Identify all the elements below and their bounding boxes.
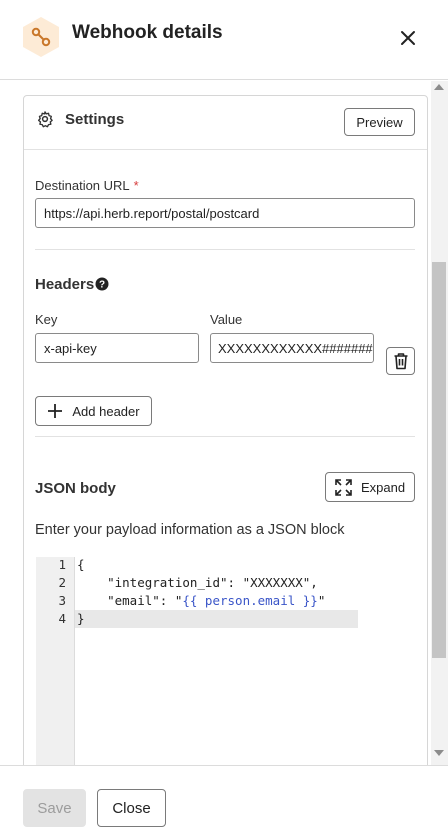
scroll-down-arrow-icon[interactable]: [434, 750, 444, 756]
help-icon[interactable]: ?: [95, 277, 109, 291]
settings-card: Settings Preview Destination URL * https:…: [23, 95, 428, 765]
json-code-editor[interactable]: 1 2 3 4 { "integration_id": "XXXXXXX", "…: [36, 557, 360, 765]
required-mark: *: [133, 178, 139, 193]
headers-title: Headers: [35, 276, 95, 293]
code-text: ": [317, 593, 326, 608]
code-text: "email": ": [77, 593, 183, 608]
divider: [35, 436, 415, 437]
header-value-input[interactable]: XXXXXXXXXXXX#######: [210, 333, 374, 363]
delete-header-button[interactable]: [386, 347, 415, 375]
preview-button[interactable]: Preview: [344, 108, 415, 136]
code-line: }: [77, 611, 85, 626]
trash-icon: [394, 353, 407, 370]
close-icon[interactable]: [396, 26, 420, 50]
code-line: "integration_id": "XXXXXXX",: [77, 575, 318, 590]
json-body-description: Enter your payload information as a JSON…: [35, 522, 345, 538]
code-line: {: [77, 557, 85, 572]
webhook-hexagon-icon: [23, 17, 59, 57]
scroll-up-arrow-icon[interactable]: [434, 84, 444, 90]
line-number: 4: [58, 611, 66, 626]
header-key-input[interactable]: x-api-key: [35, 333, 199, 363]
scroll-area[interactable]: Settings Preview Destination URL * https:…: [0, 81, 448, 765]
divider: [35, 249, 415, 250]
panel-footer: Save Close: [0, 765, 448, 840]
line-number-gutter: 1 2 3 4: [36, 557, 75, 765]
gear-icon: [37, 111, 53, 128]
destination-url-label-text: Destination URL: [35, 178, 130, 193]
line-number: 2: [58, 575, 66, 590]
code-line: "email": "{{ person.email }}": [77, 593, 325, 611]
save-button[interactable]: Save: [23, 789, 86, 827]
value-label: Value: [210, 312, 243, 327]
json-body-title: JSON body: [35, 480, 116, 497]
scrollbar-thumb[interactable]: [432, 262, 446, 658]
expand-label: Expand: [360, 479, 406, 495]
line-number: 1: [58, 557, 66, 572]
expand-button[interactable]: Expand: [325, 472, 415, 502]
add-header-button[interactable]: Add header: [35, 396, 152, 426]
line-number: 3: [58, 593, 66, 608]
svg-text:?: ?: [99, 280, 105, 291]
key-label: Key: [35, 312, 58, 327]
settings-card-header: Settings Preview: [24, 96, 427, 150]
close-button[interactable]: Close: [97, 789, 166, 827]
add-header-label: Add header: [72, 403, 140, 419]
destination-url-input[interactable]: https://api.herb.report/postal/postcard: [35, 198, 415, 228]
panel-title: Webhook details: [72, 22, 223, 43]
expand-icon: [335, 478, 352, 496]
settings-title: Settings: [65, 111, 125, 128]
template-variable: {{ person.email }}: [182, 593, 318, 608]
destination-url-label: Destination URL *: [35, 178, 139, 193]
panel-header: Webhook details: [0, 0, 448, 80]
plus-icon: [48, 404, 63, 418]
